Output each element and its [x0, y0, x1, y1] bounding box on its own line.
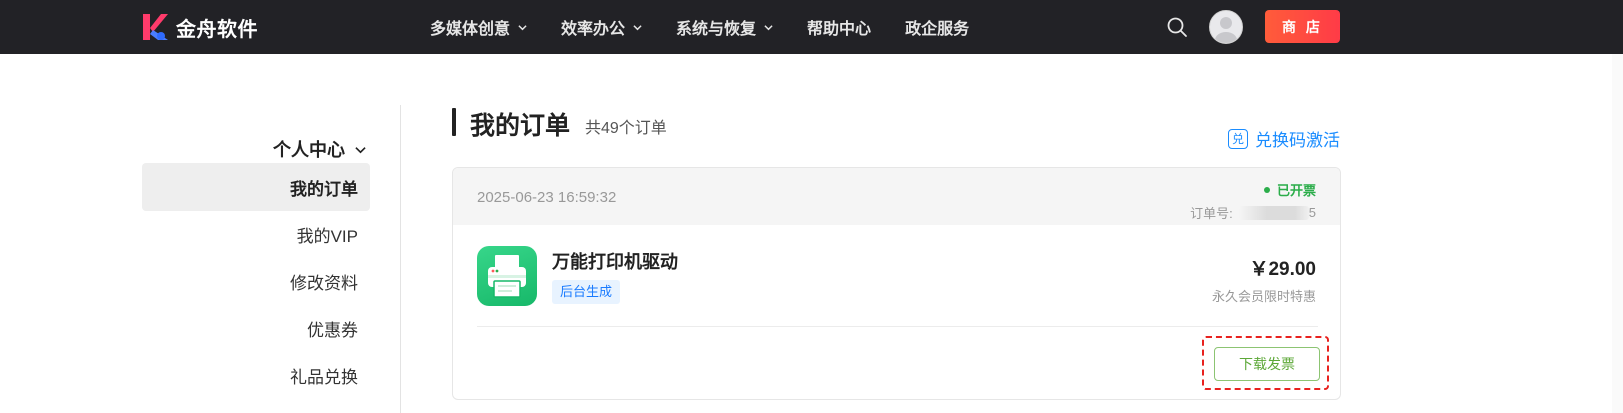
- brand-name: 金舟软件: [176, 18, 258, 41]
- product-tag: 后台生成: [552, 280, 621, 304]
- sidebar-item-coupons[interactable]: 优惠券: [142, 304, 370, 352]
- sidebar-item-label: 我的VIP: [296, 226, 358, 246]
- nav-item-label: 系统与恢复: [676, 21, 757, 38]
- sidebar-group-label: 个人中心: [273, 140, 345, 160]
- order-price: ￥29.00: [1249, 259, 1316, 280]
- main-nav: 多媒体创意 效率办公 系统与恢复 帮助中心 政企服务: [430, 0, 1003, 54]
- chevron-down-icon: [764, 24, 773, 30]
- brand-logo-icon: [143, 14, 168, 40]
- product-name: 万能打印机驱动: [552, 252, 678, 272]
- order-number-redacted: [1238, 205, 1309, 220]
- download-invoice-button[interactable]: 下载发票: [1214, 347, 1320, 381]
- sidebar-item-label: 我的订单: [290, 179, 358, 199]
- title-accent-bar: [452, 108, 456, 136]
- chevron-down-icon: [633, 24, 642, 30]
- nav-item-label: 多媒体创意: [430, 21, 511, 38]
- order-number-tail: 5: [1308, 205, 1316, 220]
- brand-logo[interactable]: 金舟软件: [141, 12, 258, 42]
- invoice-status-badge: 已开票: [1263, 180, 1316, 199]
- invoice-status-label: 已开票: [1276, 183, 1316, 198]
- sidebar-item-label: 修改资料: [290, 273, 358, 293]
- nav-item-office[interactable]: 效率办公: [561, 15, 642, 39]
- nav-item-enterprise[interactable]: 政企服务: [905, 15, 969, 39]
- redeem-code-link[interactable]: 兑 兑换码激活: [1228, 126, 1340, 151]
- sidebar-item-my-orders[interactable]: 我的订单: [142, 163, 370, 211]
- sidebar-group-personal-center[interactable]: 个人中心: [273, 136, 366, 162]
- page-title: 我的订单: [470, 112, 571, 140]
- chevron-down-icon: [518, 24, 527, 30]
- nav-item-label: 效率办公: [561, 21, 626, 38]
- user-avatar[interactable]: [1209, 10, 1243, 44]
- store-button[interactable]: 商 店: [1265, 10, 1340, 43]
- redeem-label: 兑换码激活: [1255, 131, 1340, 150]
- chevron-down-icon: [355, 146, 366, 153]
- nav-item-system-recovery[interactable]: 系统与恢复: [676, 15, 773, 39]
- sidebar-item-label: 礼品兑换: [290, 367, 358, 387]
- order-date: 2025-06-23 16:59:32: [477, 189, 617, 206]
- order-number-label: 订单号:: [1190, 206, 1233, 221]
- sidebar-item-my-vip[interactable]: 我的VIP: [142, 210, 370, 258]
- redeem-icon: 兑: [1228, 128, 1248, 149]
- card-divider: [477, 326, 1318, 327]
- order-card-header: 2025-06-23 16:59:32 已开票 订单号: 5: [453, 168, 1340, 225]
- sidebar-item-label: 优惠券: [307, 320, 358, 340]
- search-icon[interactable]: [1166, 16, 1188, 38]
- sidebar-item-gift-redeem[interactable]: 礼品兑换: [142, 351, 370, 399]
- status-dot-icon: [1263, 186, 1270, 193]
- user-avatar-icon: [1215, 17, 1237, 43]
- order-card: 2025-06-23 16:59:32 已开票 订单号: 5 万能打印机驱动 后…: [452, 167, 1341, 400]
- top-navbar: 金舟软件 多媒体创意 效率办公 系统与恢复 帮助中心 政企服务 商 店: [0, 0, 1623, 54]
- nav-item-label: 政企服务: [905, 21, 970, 38]
- scrollbar[interactable]: [1612, 54, 1623, 413]
- price-note: 永久会员限时特惠: [1211, 289, 1316, 304]
- sidebar-divider: [400, 105, 401, 413]
- printer-glyph: [488, 255, 526, 298]
- printer-icon: [477, 246, 537, 306]
- order-count: 共49个订单: [585, 120, 667, 137]
- nav-item-label: 帮助中心: [807, 21, 872, 38]
- sidebar-item-edit-profile[interactable]: 修改资料: [142, 257, 370, 305]
- nav-item-help-center[interactable]: 帮助中心: [807, 15, 871, 39]
- order-number: 订单号: 5: [1190, 203, 1316, 222]
- nav-item-multimedia[interactable]: 多媒体创意: [430, 15, 527, 39]
